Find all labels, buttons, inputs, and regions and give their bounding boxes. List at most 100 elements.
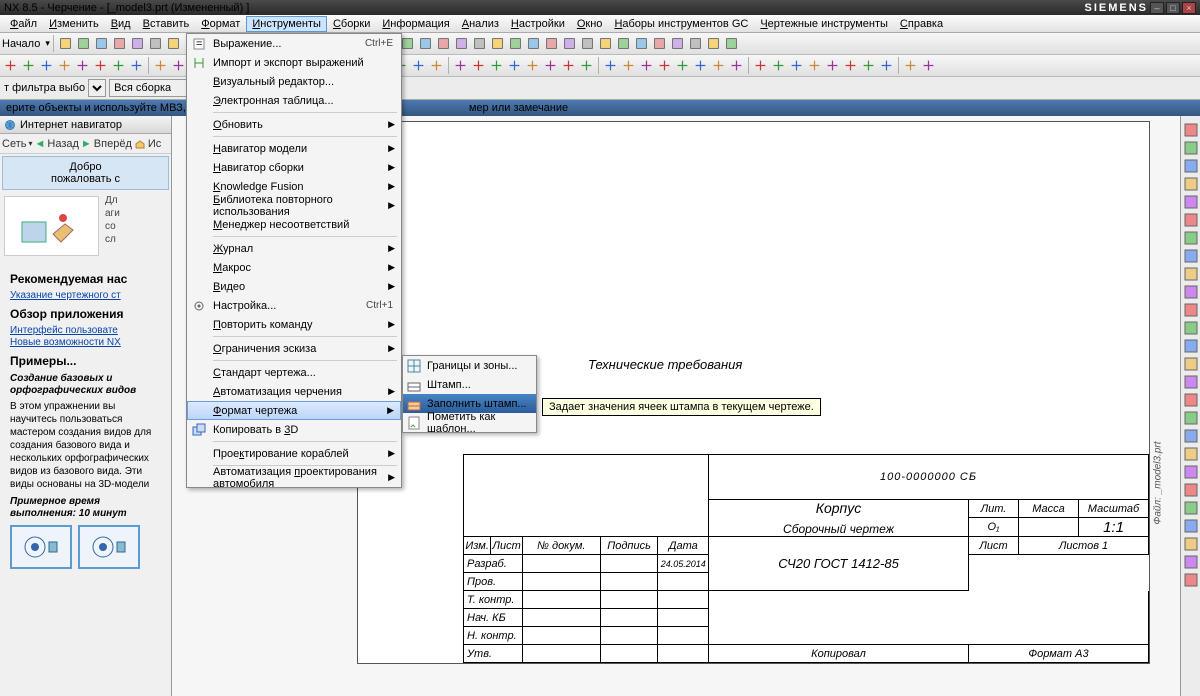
home-icon[interactable] (134, 138, 146, 150)
close-button[interactable]: × (1182, 2, 1196, 14)
menu-Инструменты[interactable]: Инструменты (246, 16, 327, 32)
menuitem-Менеджернесоответствий[interactable]: Менеджер несоответствий (187, 215, 401, 234)
rtool-7[interactable] (1183, 248, 1199, 264)
filter-sel1[interactable] (88, 79, 106, 97)
tb2-btn-36[interactable] (674, 57, 691, 74)
menu-Наборы инструментов GC[interactable]: Наборы инструментов GC (608, 16, 754, 32)
menu-Чертежные инструменты[interactable]: Чертежные инструменты (754, 16, 894, 32)
rtool-24[interactable] (1183, 554, 1199, 570)
tb1-btn-3[interactable] (111, 35, 128, 52)
tb2-btn-24[interactable] (452, 57, 469, 74)
tb2-btn-22[interactable] (410, 57, 427, 74)
menu-Файл[interactable]: Файл (4, 16, 43, 32)
tb2-btn-44[interactable] (824, 57, 841, 74)
tb1-btn-22[interactable] (453, 35, 470, 52)
tb2-btn-6[interactable] (110, 57, 127, 74)
menu-Формат[interactable]: Формат (195, 16, 246, 32)
menu-Настройки[interactable]: Настройки (505, 16, 571, 32)
tb2-btn-28[interactable] (524, 57, 541, 74)
menuitem-Настройка[interactable]: Настройка...Ctrl+1 (187, 296, 401, 315)
tb2-btn-3[interactable] (56, 57, 73, 74)
tb1-btn-24[interactable] (489, 35, 506, 52)
tb2-btn-47[interactable] (878, 57, 895, 74)
tb2-btn-23[interactable] (428, 57, 445, 74)
rtool-13[interactable] (1183, 356, 1199, 372)
tb1-btn-4[interactable] (129, 35, 146, 52)
rtool-16[interactable] (1183, 410, 1199, 426)
rtool-9[interactable] (1183, 284, 1199, 300)
tb2-btn-2[interactable] (38, 57, 55, 74)
menuitem-Стандартчертежа[interactable]: Стандарт чертежа... (187, 363, 401, 382)
thumb-1[interactable] (10, 525, 72, 569)
rtool-17[interactable] (1183, 428, 1199, 444)
tb1-btn-35[interactable] (687, 35, 704, 52)
tb2-btn-30[interactable] (560, 57, 577, 74)
rtool-8[interactable] (1183, 266, 1199, 282)
tb1-btn-6[interactable] (165, 35, 182, 52)
tb2-btn-42[interactable] (788, 57, 805, 74)
tb2-btn-32[interactable] (602, 57, 619, 74)
menuitem-Журнал[interactable]: Журнал▶ (187, 239, 401, 258)
tb2-btn-40[interactable] (752, 57, 769, 74)
menuitem-Электроннаятаблица[interactable]: Электронная таблица... (187, 91, 401, 110)
menuitem-Обновить[interactable]: Обновить▶ (187, 115, 401, 134)
menuitem-Выражение[interactable]: =Выражение...Ctrl+E (187, 34, 401, 53)
tb2-btn-5[interactable] (92, 57, 109, 74)
menu-Вид[interactable]: Вид (105, 16, 137, 32)
tb2-btn-43[interactable] (806, 57, 823, 74)
tb2-btn-9[interactable] (170, 57, 187, 74)
tb1-btn-5[interactable] (147, 35, 164, 52)
tb1-btn-2[interactable] (93, 35, 110, 52)
rtool-0[interactable] (1183, 122, 1199, 138)
tb1-btn-30[interactable] (597, 35, 614, 52)
rtool-5[interactable] (1183, 212, 1199, 228)
minimize-button[interactable]: – (1150, 2, 1164, 14)
maximize-button[interactable]: □ (1166, 2, 1180, 14)
tb2-btn-1[interactable] (20, 57, 37, 74)
rtool-1[interactable] (1183, 140, 1199, 156)
tb2-btn-27[interactable] (506, 57, 523, 74)
tb2-btn-8[interactable] (152, 57, 169, 74)
menuitem-Библиотекаповторногоиспользования[interactable]: Библиотека повторного использования▶ (187, 196, 401, 215)
rtool-14[interactable] (1183, 374, 1199, 390)
submenuitem-Пометитькакшаблон[interactable]: Пометить как шаблон... (403, 413, 536, 432)
tb2-btn-0[interactable] (2, 57, 19, 74)
tb2-btn-37[interactable] (692, 57, 709, 74)
rtool-25[interactable] (1183, 572, 1199, 588)
menuitem-Повторитькоманду[interactable]: Повторить команду▶ (187, 315, 401, 334)
tb2-btn-46[interactable] (860, 57, 877, 74)
menuitem-Ограниченияэскиза[interactable]: Ограничения эскиза▶ (187, 339, 401, 358)
menuitem-Автоматизацияпроектированияавтомобиля[interactable]: Автоматизация проектирования автомобиля▶ (187, 468, 401, 487)
menu-Вставить[interactable]: Вставить (137, 16, 196, 32)
menu-Окно[interactable]: Окно (571, 16, 609, 32)
tb2-btn-49[interactable] (920, 57, 937, 74)
rtool-6[interactable] (1183, 230, 1199, 246)
tb2-btn-39[interactable] (728, 57, 745, 74)
tb1-btn-23[interactable] (471, 35, 488, 52)
rtool-10[interactable] (1183, 302, 1199, 318)
tb2-btn-48[interactable] (902, 57, 919, 74)
tb1-btn-34[interactable] (669, 35, 686, 52)
tb2-btn-4[interactable] (74, 57, 91, 74)
menu-Изменить[interactable]: Изменить (43, 16, 105, 32)
rtool-23[interactable] (1183, 536, 1199, 552)
tb2-btn-41[interactable] (770, 57, 787, 74)
tb1-btn-27[interactable] (543, 35, 560, 52)
rtool-11[interactable] (1183, 320, 1199, 336)
menuitem-Навигаторсборки[interactable]: Навигатор сборки▶ (187, 158, 401, 177)
sb-link2[interactable]: Интерфейс пользовате (10, 325, 161, 336)
rtool-2[interactable] (1183, 158, 1199, 174)
start-label[interactable]: Начало (2, 38, 40, 50)
rtool-22[interactable] (1183, 518, 1199, 534)
submenuitem-Границыизоны[interactable]: Границы и зоны... (403, 356, 536, 375)
rtool-20[interactable] (1183, 482, 1199, 498)
tb1-btn-0[interactable] (57, 35, 74, 52)
tb2-btn-34[interactable] (638, 57, 655, 74)
sidebar-nav[interactable]: Сеть▾ ◄Назад ►Вперёд Ис (0, 134, 171, 154)
tb2-btn-33[interactable] (620, 57, 637, 74)
menu-Справка[interactable]: Справка (894, 16, 949, 32)
menuitem-Визуальныйредактор[interactable]: Визуальный редактор... (187, 72, 401, 91)
tb1-btn-32[interactable] (633, 35, 650, 52)
menuitem-Импортиэкспортвыражений[interactable]: Импорт и экспорт выражений (187, 53, 401, 72)
rtool-3[interactable] (1183, 176, 1199, 192)
